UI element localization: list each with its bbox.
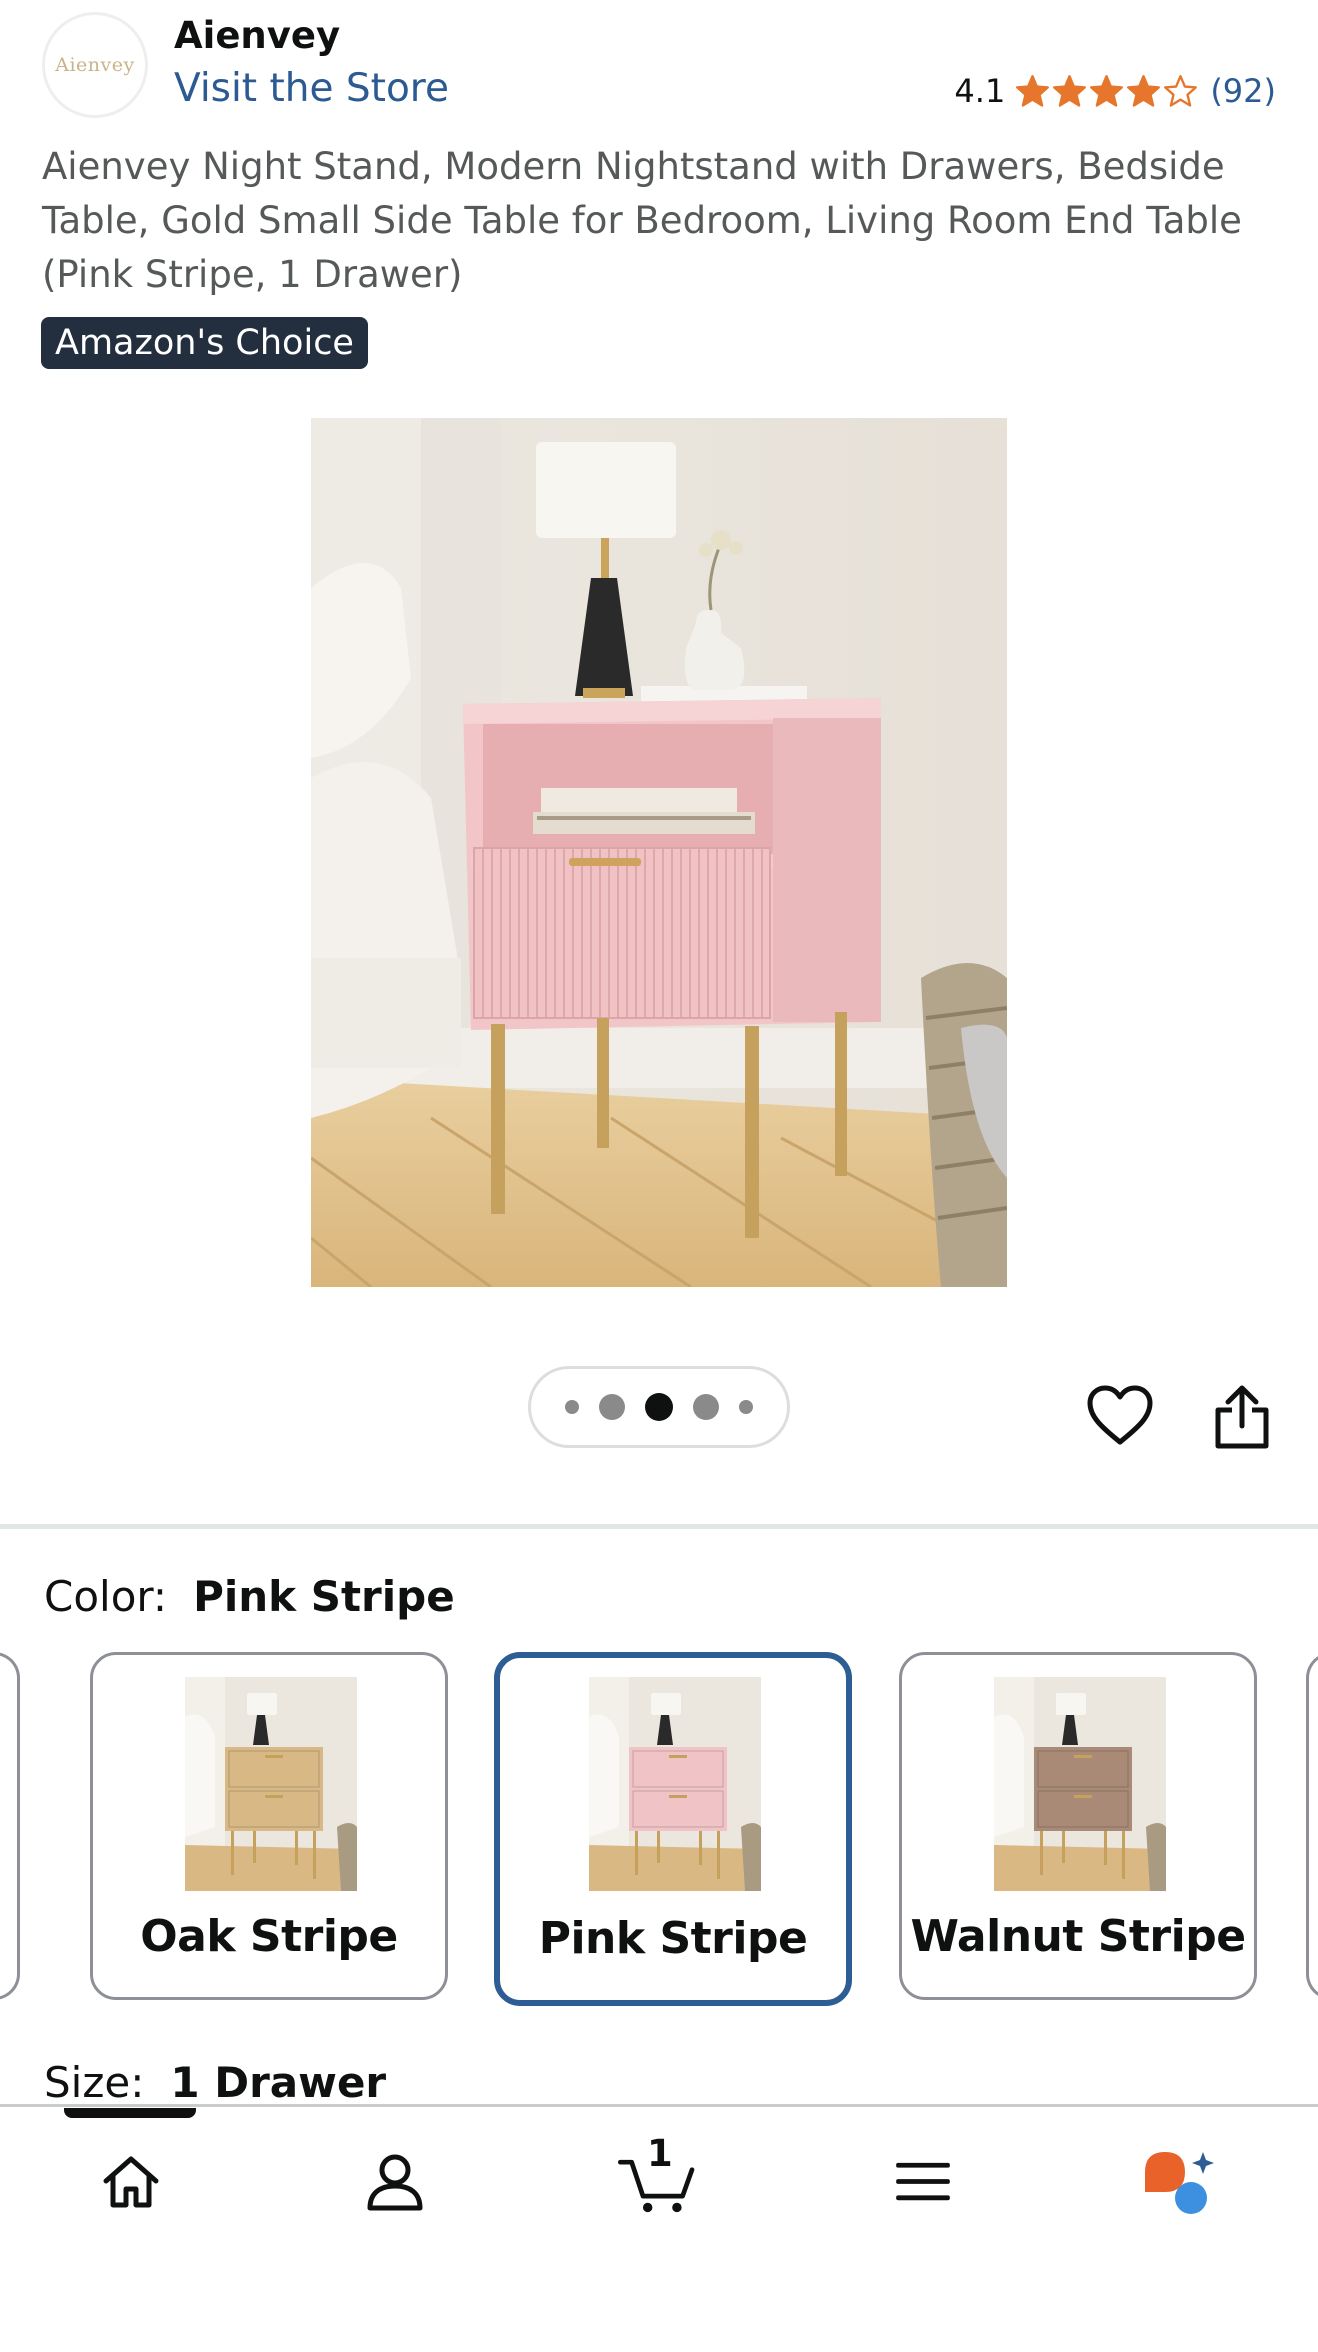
star-filled-icon xyxy=(1053,74,1087,107)
account-icon[interactable] xyxy=(350,2142,440,2222)
amazons-choice-badge[interactable]: Amazon's Choice xyxy=(41,317,368,369)
color-swatch-oak-stripe[interactable]: Oak Stripe xyxy=(90,1652,448,2000)
rating-value: 4.1 xyxy=(954,72,1006,110)
swatch-label: Oak Stripe xyxy=(140,1911,398,1962)
carousel-dot[interactable] xyxy=(565,1400,579,1414)
review-count-link[interactable]: (92) xyxy=(1210,72,1276,110)
heart-icon[interactable] xyxy=(1086,1384,1154,1446)
visit-store-link[interactable]: Visit the Store xyxy=(174,66,449,111)
section-divider xyxy=(0,1524,1318,1529)
color-selected-value: Pink Stripe xyxy=(193,1572,455,1621)
star-filled-icon xyxy=(1127,74,1161,107)
swatch-thumbnail xyxy=(994,1677,1166,1891)
swatch-thumbnail xyxy=(185,1677,357,1891)
home-icon[interactable] xyxy=(86,2142,176,2222)
rating-stars xyxy=(1015,74,1198,109)
product-title: Aienvey Night Stand, Modern Nightstand w… xyxy=(42,145,1242,296)
rufus-icon[interactable] xyxy=(1138,2142,1228,2222)
color-swatch-pink-stripe[interactable]: Pink Stripe xyxy=(494,1652,852,2006)
swatch-thumbnail xyxy=(589,1677,761,1891)
menu-icon[interactable] xyxy=(878,2142,968,2222)
swatch-label: Walnut Stripe xyxy=(910,1911,1246,1962)
product-image[interactable] xyxy=(311,418,1007,1287)
star-filled-icon xyxy=(1090,74,1124,107)
share-icon[interactable] xyxy=(1212,1384,1272,1450)
size-label: Size: xyxy=(44,2058,145,2107)
size-selected-value: 1 Drawer xyxy=(170,2058,387,2107)
star-empty-icon xyxy=(1164,74,1198,107)
brand-logo[interactable]: Aienvey xyxy=(42,12,148,118)
color-label: Color: xyxy=(44,1572,168,1621)
cart-count-badge: 1 xyxy=(647,2132,673,2175)
carousel-dot[interactable] xyxy=(599,1394,625,1420)
swatch-label: Pink Stripe xyxy=(538,1913,808,1964)
image-carousel-dots[interactable] xyxy=(528,1366,790,1448)
carousel-dot[interactable] xyxy=(693,1394,719,1420)
star-filled-icon xyxy=(1016,74,1050,107)
color-swatch-partial[interactable] xyxy=(1306,1652,1318,2000)
color-selector-label: Color: Pink Stripe xyxy=(44,1572,455,1621)
carousel-dot[interactable] xyxy=(739,1400,753,1414)
brand-name[interactable]: Aienvey xyxy=(174,14,340,57)
carousel-dot-active[interactable] xyxy=(645,1393,673,1421)
rating-summary[interactable]: 4.1 (92) xyxy=(954,72,1276,110)
size-selector-label: Size: 1 Drawer xyxy=(44,2058,386,2107)
color-swatch-walnut-stripe[interactable]: Walnut Stripe xyxy=(899,1652,1257,2000)
color-swatch-partial[interactable] xyxy=(0,1652,20,2000)
nav-active-indicator xyxy=(64,2108,196,2118)
